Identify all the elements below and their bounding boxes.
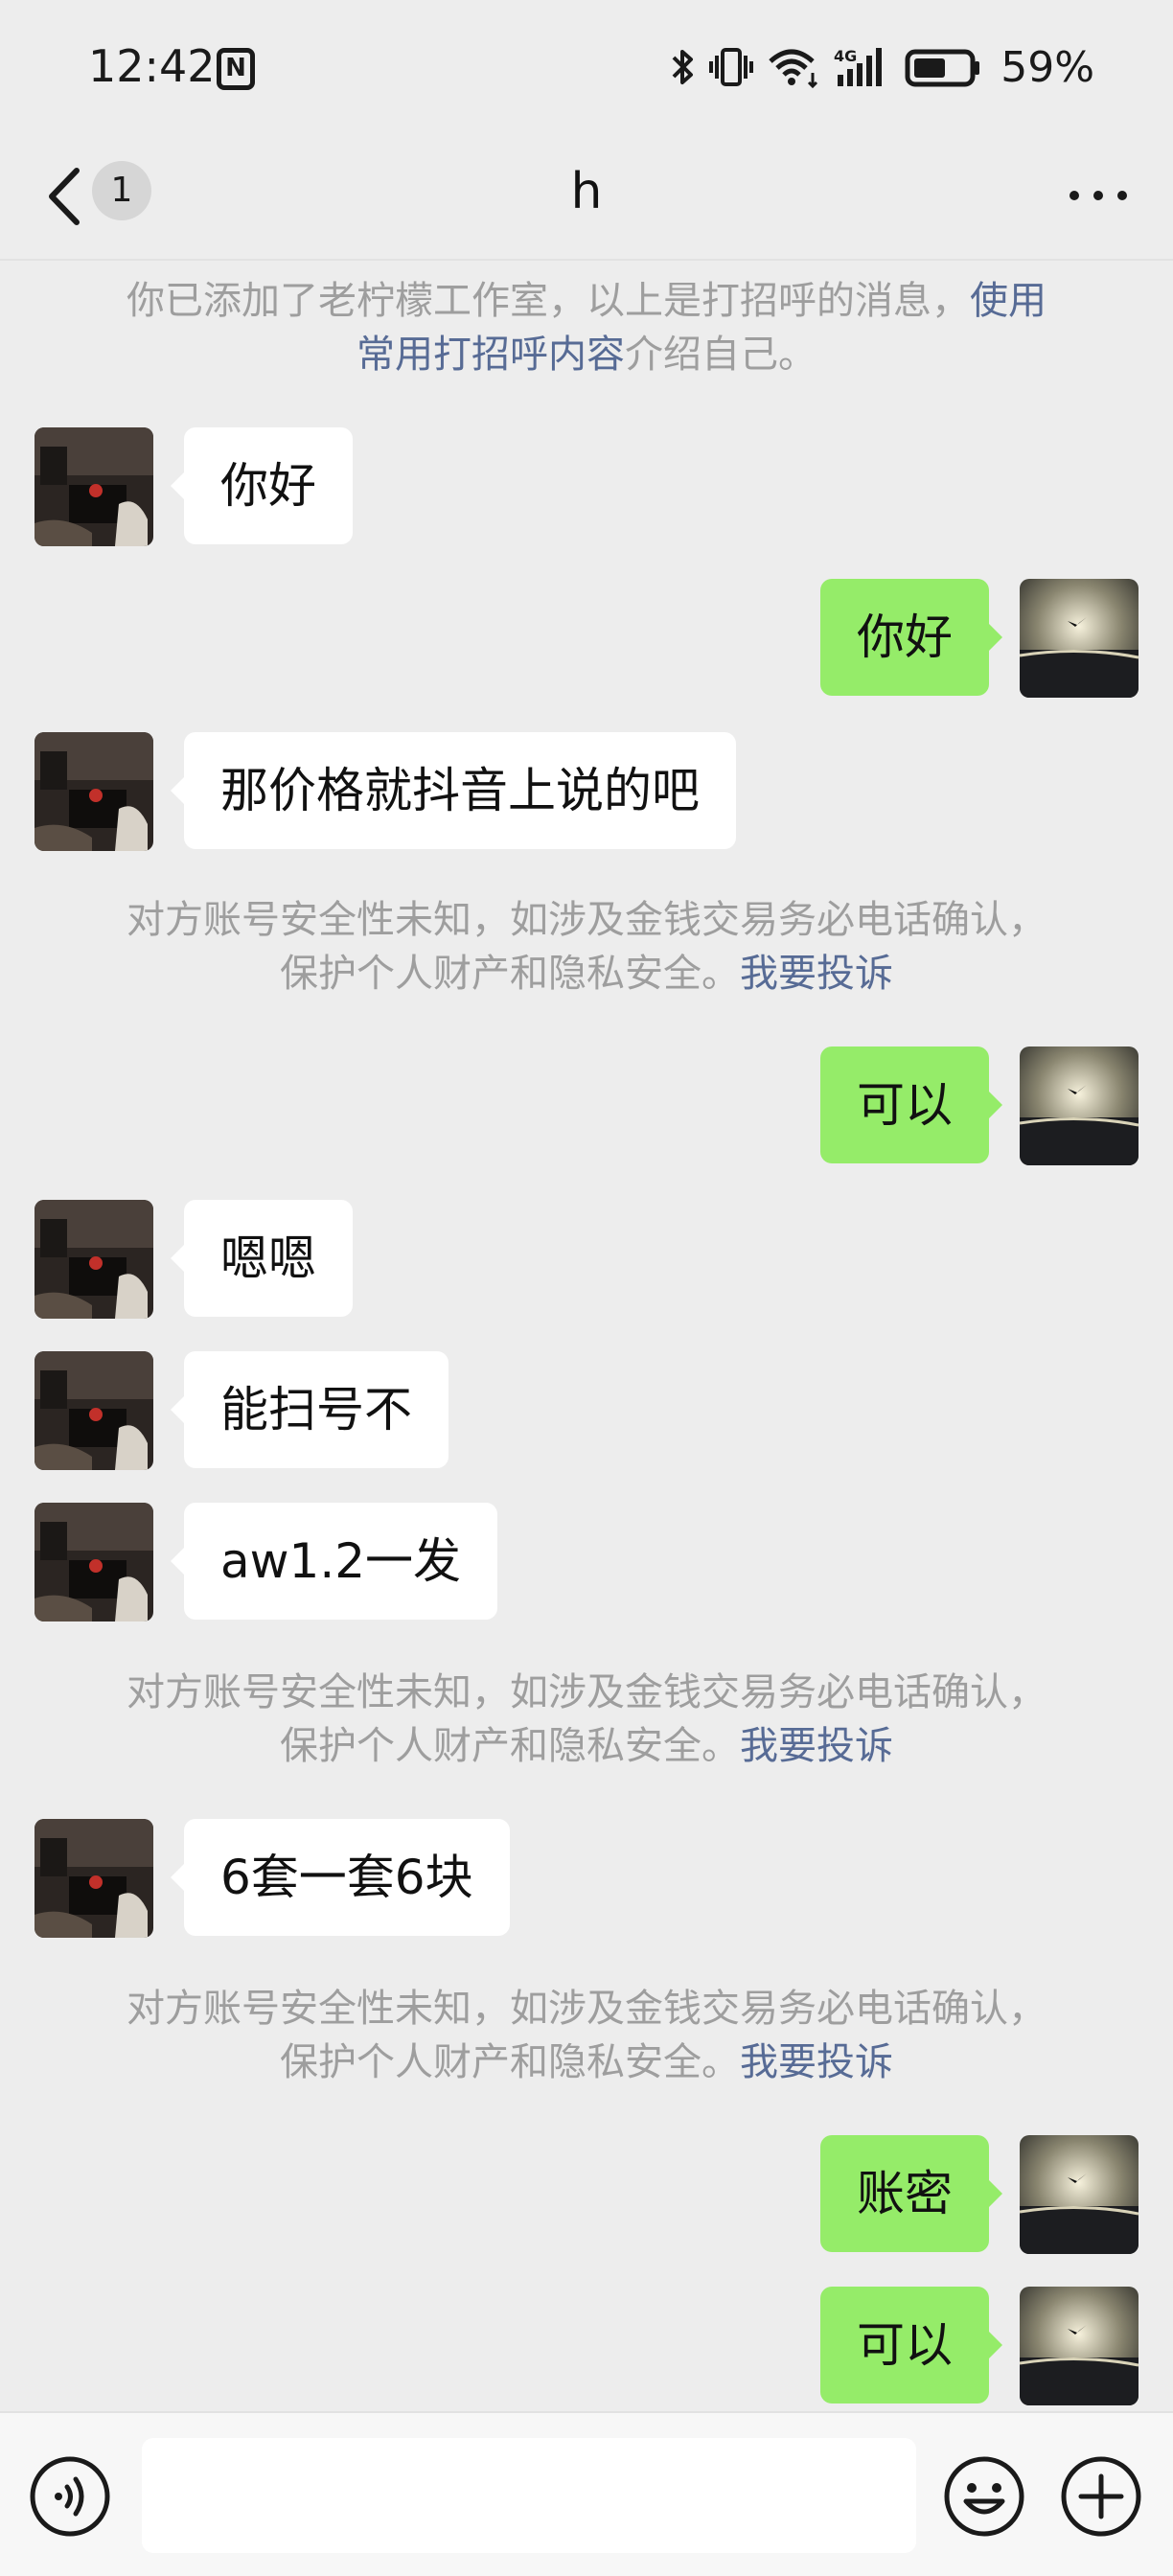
report-link[interactable]: 我要投诉 — [740, 2040, 893, 2084]
friend-added-notice: 你已添加了老柠檬工作室，以上是打招呼的消息，使用 常用打招呼内容介绍自己。 — [126, 279, 1046, 377]
unread-count-badge[interactable]: 1 — [92, 161, 151, 220]
message-bubble-incoming[interactable]: 嗯嗯 — [171, 1200, 353, 1317]
message-bubble-incoming[interactable]: 能扫号不 — [171, 1351, 448, 1468]
message-bubble-incoming[interactable]: 你好 — [171, 427, 353, 544]
message-bubble-outgoing[interactable]: 你好 — [820, 579, 1002, 696]
avatar[interactable] — [34, 427, 153, 546]
avatar[interactable] — [34, 1351, 153, 1470]
vibrate-icon — [709, 46, 754, 88]
wifi-icon — [767, 46, 820, 88]
chat-header: h — [0, 134, 1173, 261]
message-input[interactable] — [142, 2438, 916, 2553]
my-avatar[interactable] — [1020, 2287, 1138, 2405]
message-bubble-outgoing[interactable]: 可以 — [820, 1046, 1002, 1163]
security-warning-notice: 对方账号安全性未知，如涉及金钱交易务必电话确认， 保护个人财产和隐私安全。我要投… — [126, 1670, 1046, 1768]
emoji-button[interactable] — [943, 2455, 1025, 2538]
message-bubble-outgoing[interactable]: 账密 — [820, 2135, 1002, 2252]
chat-title: h — [570, 163, 603, 220]
more-dots-icon — [1070, 191, 1079, 200]
message-bubble-incoming[interactable]: 那价格就抖音上说的吧 — [171, 732, 736, 849]
voice-icon — [30, 2456, 110, 2537]
common-greeting-link[interactable]: 常用打招呼内容 — [356, 333, 625, 377]
message-bubble-incoming[interactable]: 6套一套6块 — [171, 1819, 510, 1936]
avatar[interactable] — [34, 1503, 153, 1622]
security-warning-notice: 对方账号安全性未知，如涉及金钱交易务必电话确认， 保护个人财产和隐私安全。我要投… — [126, 898, 1046, 996]
message-bubble-outgoing[interactable]: 可以 — [820, 2287, 1002, 2404]
svg-text:4G: 4G — [834, 47, 857, 65]
battery-percent: 59% — [1000, 42, 1094, 92]
more-functions-button[interactable] — [1060, 2455, 1142, 2538]
plus-icon — [1061, 2456, 1141, 2537]
status-bar: 12:42 N 4G 59% — [0, 0, 1173, 134]
avatar[interactable] — [34, 732, 153, 851]
my-avatar[interactable] — [1020, 579, 1138, 698]
security-warning-notice: 对方账号安全性未知，如涉及金钱交易务必电话确认， 保护个人财产和隐私安全。我要投… — [126, 1987, 1046, 2084]
bluetooth-icon — [671, 46, 696, 88]
status-time: 12:42 — [88, 40, 216, 92]
nfc-icon: N — [217, 48, 255, 90]
signal-4g-icon: 4G — [834, 46, 891, 88]
emoji-icon — [944, 2456, 1024, 2537]
more-button[interactable] — [1070, 184, 1127, 207]
avatar[interactable] — [34, 1819, 153, 1938]
use-link[interactable]: 使用 — [970, 279, 1046, 323]
status-icons: 4G 59% — [671, 38, 1094, 96]
chat-screen: 12:42 N 4G 59% h 1 你已添加了老柠檬工作室，以上是打招呼的消息… — [0, 0, 1173, 2576]
my-avatar[interactable] — [1020, 1046, 1138, 1165]
my-avatar[interactable] — [1020, 2135, 1138, 2254]
message-bubble-incoming[interactable]: aw1.2一发 — [170, 1503, 498, 1620]
input-bar — [0, 2411, 1173, 2576]
voice-button[interactable] — [29, 2455, 111, 2538]
avatar[interactable] — [34, 1200, 153, 1319]
report-link[interactable]: 我要投诉 — [740, 952, 893, 996]
battery-icon — [905, 46, 981, 88]
report-link[interactable]: 我要投诉 — [740, 1724, 893, 1768]
